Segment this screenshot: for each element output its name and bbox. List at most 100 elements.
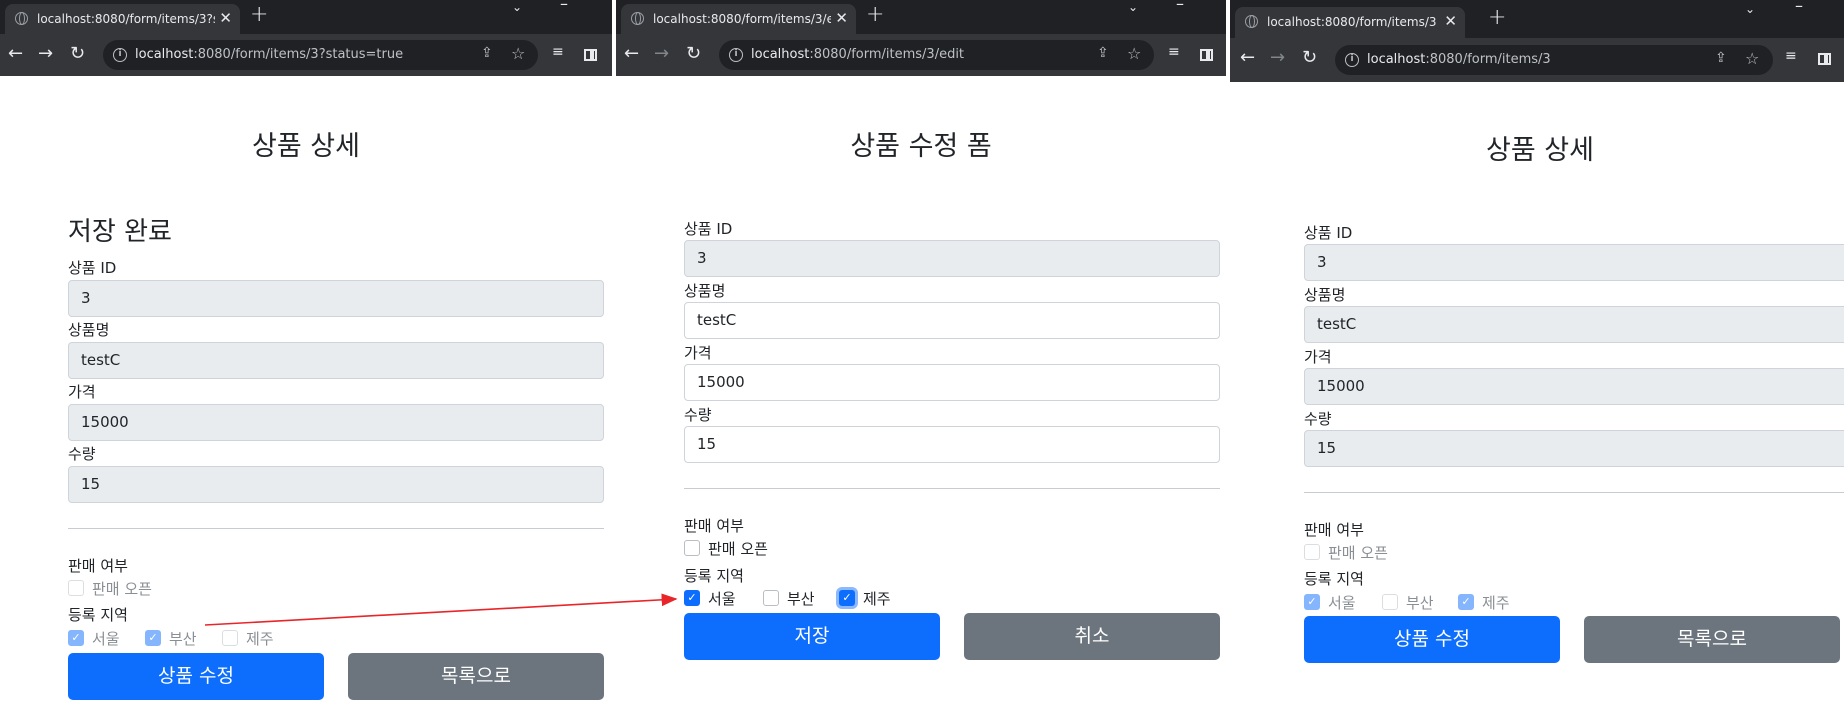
region-jeju-label: 제주 xyxy=(863,590,891,608)
url-text: localhost:8080/form/items/3/edit xyxy=(751,47,965,62)
reading-list-icon[interactable]: ≡ xyxy=(1785,48,1797,64)
back-icon[interactable]: ← xyxy=(1240,48,1255,68)
region-seoul-label: 서울 xyxy=(1328,594,1356,612)
forward-icon[interactable]: → xyxy=(38,44,53,64)
region-jeju-checkbox[interactable]: ✓ xyxy=(1458,594,1474,610)
item-id-field[interactable]: 3 xyxy=(1304,244,1844,281)
item-name-label: 상품명 xyxy=(1304,286,1346,304)
regions-label: 등록 지역 xyxy=(684,567,744,585)
page-title: 상품 수정 폼 xyxy=(850,131,992,162)
page-title: 상품 상세 xyxy=(252,131,360,162)
browser-tab[interactable]: localhost:8080/form/items/3?status=true … xyxy=(5,4,240,34)
sale-open-checkbox[interactable] xyxy=(1304,544,1320,560)
item-id-field[interactable]: 3 xyxy=(68,280,604,317)
browser-tab[interactable]: localhost:8080/form/items/3/edit ✕ xyxy=(621,4,856,34)
quantity-field[interactable]: 15 xyxy=(68,466,604,503)
region-jeju-checkbox[interactable]: ✓ xyxy=(839,590,855,606)
address-bar[interactable]: i localhost:8080/form/items/3?status=tru… xyxy=(103,40,538,70)
reload-icon[interactable]: ↻ xyxy=(70,44,85,64)
region-seoul-checkbox[interactable]: ✓ xyxy=(68,630,84,646)
tab-search-icon[interactable]: ⌄ xyxy=(512,0,522,14)
item-name-field[interactable]: testC xyxy=(68,342,604,379)
share-icon[interactable]: ⇪ xyxy=(1097,45,1109,61)
region-busan-checkbox[interactable] xyxy=(763,590,779,606)
forward-icon[interactable]: → xyxy=(654,44,669,64)
price-field[interactable]: 15000 xyxy=(68,404,604,441)
site-info-icon[interactable]: i xyxy=(729,48,743,62)
item-id-label: 상품 ID xyxy=(684,220,733,238)
bookmark-star-icon[interactable]: ☆ xyxy=(1745,49,1759,68)
new-tab-icon[interactable]: + xyxy=(250,2,268,27)
edit-item-button[interactable]: 상품 수정 xyxy=(68,653,324,700)
price-label: 가격 xyxy=(1304,348,1332,366)
sale-status-label: 판매 여부 xyxy=(684,517,744,535)
left-browser-window: localhost:8080/form/items/3?status=true … xyxy=(0,0,612,706)
region-busan-checkbox[interactable] xyxy=(1382,594,1398,610)
item-name-input[interactable]: testC xyxy=(684,302,1220,339)
region-busan-label: 부산 xyxy=(787,590,815,608)
price-field[interactable]: 15000 xyxy=(1304,368,1844,405)
save-button[interactable]: 저장 xyxy=(684,613,940,660)
address-bar[interactable]: i localhost:8080/form/items/3 ⇪ ☆ xyxy=(1335,45,1773,75)
share-icon[interactable]: ⇪ xyxy=(1715,50,1727,66)
sale-open-checkbox[interactable] xyxy=(68,580,84,596)
minimize-icon[interactable]: – xyxy=(1176,0,1184,13)
side-panel-icon[interactable] xyxy=(1200,49,1213,61)
close-tab-icon[interactable]: ✕ xyxy=(1444,12,1457,30)
quantity-label: 수량 xyxy=(1304,410,1332,428)
back-icon[interactable]: ← xyxy=(8,44,23,64)
back-to-list-button[interactable]: 목록으로 xyxy=(348,653,604,700)
site-info-icon[interactable]: i xyxy=(1345,53,1359,67)
price-input[interactable]: 15000 xyxy=(684,364,1220,401)
item-id-label: 상품 ID xyxy=(1304,224,1353,242)
regions-label: 등록 지역 xyxy=(68,606,128,624)
new-tab-icon[interactable]: + xyxy=(1488,5,1506,30)
quantity-field[interactable]: 15 xyxy=(1304,430,1844,467)
region-busan-label: 부산 xyxy=(1406,594,1434,612)
item-id-label: 상품 ID xyxy=(68,259,117,277)
bookmark-star-icon[interactable]: ☆ xyxy=(511,44,525,63)
price-label: 가격 xyxy=(684,344,712,362)
side-panel-icon[interactable] xyxy=(1818,53,1831,65)
url-text: localhost:8080/form/items/3 xyxy=(1367,52,1551,67)
divider xyxy=(68,528,604,529)
bookmark-star-icon[interactable]: ☆ xyxy=(1127,44,1141,63)
forward-icon[interactable]: → xyxy=(1270,48,1285,68)
saved-message: 저장 완료 xyxy=(68,217,172,247)
reading-list-icon[interactable]: ≡ xyxy=(1168,44,1180,60)
back-to-list-button[interactable]: 목록으로 xyxy=(1584,616,1840,663)
back-icon[interactable]: ← xyxy=(624,44,639,64)
close-tab-icon[interactable]: ✕ xyxy=(835,9,848,27)
item-name-field[interactable]: testC xyxy=(1304,306,1844,343)
quantity-input[interactable]: 15 xyxy=(684,426,1220,463)
edit-item-button[interactable]: 상품 수정 xyxy=(1304,616,1560,663)
side-panel-icon[interactable] xyxy=(584,49,597,61)
site-info-icon[interactable]: i xyxy=(113,48,127,62)
share-icon[interactable]: ⇪ xyxy=(481,45,493,61)
tab-search-icon[interactable]: ⌄ xyxy=(1128,0,1138,14)
sale-open-label: 판매 오픈 xyxy=(1328,544,1388,562)
region-seoul-checkbox[interactable]: ✓ xyxy=(1304,594,1320,610)
minimize-icon[interactable]: – xyxy=(560,0,568,13)
browser-tab[interactable]: localhost:8080/form/items/3 ✕ xyxy=(1235,7,1465,38)
reading-list-icon[interactable]: ≡ xyxy=(552,44,564,60)
reload-icon[interactable]: ↻ xyxy=(686,44,701,64)
minimize-icon[interactable]: – xyxy=(1795,0,1803,15)
reload-icon[interactable]: ↻ xyxy=(1302,48,1317,68)
tab-search-icon[interactable]: ⌄ xyxy=(1745,2,1755,16)
address-bar[interactable]: i localhost:8080/form/items/3/edit ⇪ ☆ xyxy=(719,40,1154,70)
browser-toolbar: ← → ↻ i localhost:8080/form/items/3 ⇪ ☆ … xyxy=(1230,38,1844,82)
quantity-label: 수량 xyxy=(684,406,712,424)
region-busan-label: 부산 xyxy=(169,630,197,648)
cancel-button[interactable]: 취소 xyxy=(964,613,1220,660)
region-seoul-checkbox[interactable]: ✓ xyxy=(684,590,700,606)
sale-open-checkbox[interactable] xyxy=(684,540,700,556)
region-busan-checkbox[interactable]: ✓ xyxy=(145,630,161,646)
close-tab-icon[interactable]: ✕ xyxy=(219,9,232,27)
sale-status-label: 판매 여부 xyxy=(68,557,128,575)
region-jeju-checkbox[interactable] xyxy=(222,630,238,646)
browser-toolbar: ← → ↻ i localhost:8080/form/items/3/edit… xyxy=(616,34,1226,76)
region-jeju-label: 제주 xyxy=(1482,594,1510,612)
new-tab-icon[interactable]: + xyxy=(866,2,884,27)
item-id-field[interactable]: 3 xyxy=(684,240,1220,277)
